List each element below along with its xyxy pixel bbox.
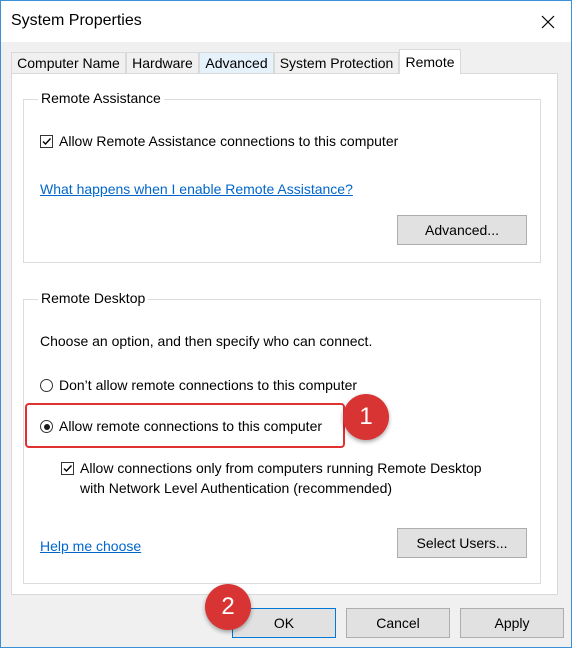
title-bar: System Properties — [1, 1, 571, 42]
cancel-button[interactable]: Cancel — [346, 608, 450, 638]
tab-system-protection[interactable]: System Protection — [274, 52, 399, 73]
annotation-badge-1: 1 — [343, 394, 389, 440]
annotation-badge-2: 2 — [205, 584, 251, 630]
remote-desktop-instruction: Choose an option, and then specify who c… — [40, 333, 373, 349]
select-users-button[interactable]: Select Users... — [397, 528, 527, 558]
nla-checkbox[interactable] — [61, 462, 74, 475]
checkmark-icon — [63, 465, 73, 473]
remote-desktop-title: Remote Desktop — [38, 290, 149, 306]
allow-remote-assistance-checkbox-row[interactable]: Allow Remote Assistance connections to t… — [40, 133, 398, 149]
close-icon — [541, 15, 555, 28]
nla-checkbox-row[interactable]: Allow connections only from computers ru… — [61, 460, 482, 498]
close-button[interactable] — [525, 1, 571, 42]
tab-label: System Protection — [279, 55, 394, 71]
select-users-label: Select Users... — [416, 535, 508, 551]
allow-remote-assistance-checkbox[interactable] — [40, 135, 53, 148]
dont-allow-radio-row[interactable]: Don’t allow remote connections to this c… — [40, 377, 357, 393]
tab-computer-name[interactable]: Computer Name — [11, 52, 126, 73]
dont-allow-label: Don’t allow remote connections to this c… — [59, 377, 358, 393]
checkmark-icon — [42, 138, 52, 146]
nla-label-line2: with Network Level Authentication (recom… — [80, 480, 393, 496]
tab-remote[interactable]: Remote — [399, 49, 461, 74]
tab-label: Remote — [405, 54, 455, 70]
ok-label: OK — [273, 615, 295, 631]
tab-hardware[interactable]: Hardware — [126, 52, 199, 73]
tab-advanced[interactable]: Advanced — [199, 52, 274, 73]
help-me-choose-link[interactable]: Help me choose — [40, 538, 141, 554]
nla-label-line1: Allow connections only from computers ru… — [80, 460, 482, 476]
remote-assistance-group: Remote Assistance Allow Remote Assistanc… — [23, 90, 541, 263]
tab-label: Advanced — [205, 55, 268, 71]
apply-label: Apply — [494, 615, 530, 631]
window-title: System Properties — [11, 12, 142, 29]
advanced-button[interactable]: Advanced... — [397, 215, 527, 245]
advanced-button-label: Advanced... — [425, 222, 499, 238]
annotation-highlight-box — [25, 403, 345, 448]
remote-assistance-title: Remote Assistance — [38, 90, 164, 106]
allow-remote-assistance-label: Allow Remote Assistance connections to t… — [59, 133, 399, 149]
remote-assistance-help-link[interactable]: What happens when I enable Remote Assist… — [40, 181, 353, 197]
tab-label: Computer Name — [17, 55, 120, 71]
system-properties-window: System Properties Computer Name Hardware… — [0, 0, 572, 648]
nla-label: Allow connections only from computers ru… — [80, 458, 482, 498]
cancel-label: Cancel — [376, 615, 420, 631]
dont-allow-radio[interactable] — [40, 379, 53, 392]
apply-button[interactable]: Apply — [460, 608, 564, 638]
remote-tab-panel: Remote Assistance Allow Remote Assistanc… — [11, 73, 558, 595]
tab-label: Hardware — [132, 55, 193, 71]
